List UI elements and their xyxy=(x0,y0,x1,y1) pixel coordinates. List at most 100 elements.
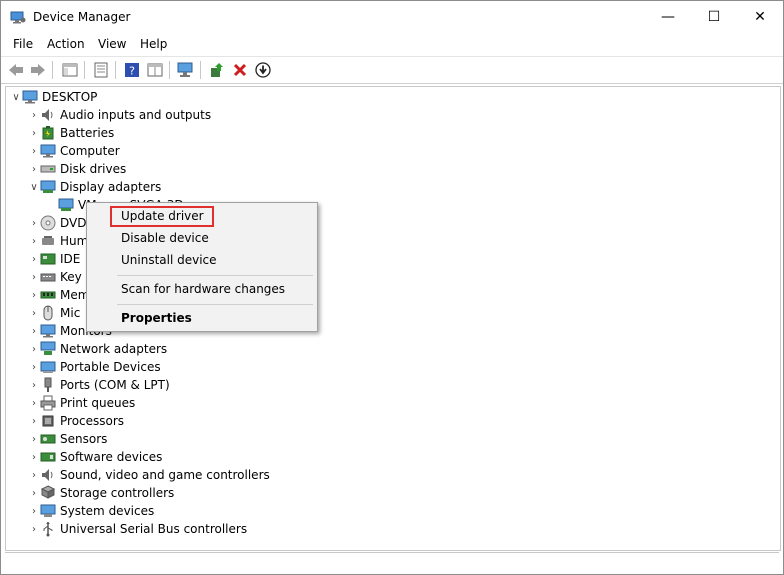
tree-item[interactable]: › Print queues xyxy=(28,394,135,412)
chevron-right-icon[interactable]: › xyxy=(28,286,40,304)
tree-item-label: Mic xyxy=(60,306,81,320)
scan-hardware-icon[interactable] xyxy=(177,61,195,79)
chevron-right-icon[interactable]: › xyxy=(28,106,40,124)
system-icon xyxy=(40,503,56,519)
menu-help[interactable]: Help xyxy=(140,37,167,51)
tree-item[interactable]: › Sound, video and game controllers xyxy=(28,466,270,484)
chevron-right-icon[interactable]: › xyxy=(28,358,40,376)
help-icon[interactable]: ? xyxy=(123,61,141,79)
svg-text:?: ? xyxy=(129,65,135,78)
chevron-right-icon[interactable]: › xyxy=(28,160,40,178)
tree-item[interactable]: › Computer xyxy=(28,142,120,160)
title-bar[interactable]: Device Manager — ☐ ✕ xyxy=(1,1,783,33)
chevron-right-icon[interactable]: › xyxy=(28,484,40,502)
tree-item-label: Key xyxy=(60,270,82,284)
tree-item[interactable]: › Universal Serial Bus controllers xyxy=(28,520,247,538)
back-icon[interactable] xyxy=(7,61,25,79)
menu-file[interactable]: File xyxy=(13,37,33,51)
chevron-right-icon[interactable]: › xyxy=(28,142,40,160)
tree-item[interactable]: › Processors xyxy=(28,412,124,430)
tree-item[interactable]: › System devices xyxy=(28,502,154,520)
maximize-button[interactable]: ☐ xyxy=(691,1,737,33)
tree-item[interactable]: › Ports (COM & LPT) xyxy=(28,376,170,394)
tree-item[interactable]: › Mic xyxy=(28,304,80,322)
tree-item[interactable]: › IDE xyxy=(28,250,80,268)
chevron-right-icon[interactable]: › xyxy=(28,448,40,466)
minimize-button[interactable]: — xyxy=(645,1,691,33)
chevron-right-icon[interactable]: › xyxy=(28,124,40,142)
chevron-right-icon[interactable]: › xyxy=(28,430,40,448)
tree-item-label: Portable Devices xyxy=(60,360,161,374)
update-driver-icon[interactable] xyxy=(208,61,226,79)
uninstall-icon[interactable] xyxy=(231,61,249,79)
tree-item[interactable]: ∨ Display adapters xyxy=(28,178,161,196)
chevron-right-icon[interactable]: › xyxy=(28,394,40,412)
chevron-right-icon[interactable]: › xyxy=(28,304,40,322)
chevron-right-icon[interactable]: › xyxy=(28,268,40,286)
software-icon xyxy=(40,449,56,465)
tree-item-label: System devices xyxy=(60,504,155,518)
tree-item[interactable]: › Hum xyxy=(28,232,88,250)
tree-item[interactable]: › Disk drives xyxy=(28,160,126,178)
tree-item-label: DESKTOP xyxy=(42,90,98,104)
monitor-icon xyxy=(40,323,56,339)
hid-icon xyxy=(40,233,56,249)
tree-item-label: Storage controllers xyxy=(60,486,175,500)
dvd-icon xyxy=(40,215,56,231)
toolbar-separator xyxy=(169,61,170,79)
disable-icon[interactable] xyxy=(254,61,272,79)
menu-view[interactable]: View xyxy=(98,37,126,51)
display-adapter-icon xyxy=(58,197,74,213)
toolbar-separator xyxy=(115,61,116,79)
tree-item[interactable]: › Sensors xyxy=(28,430,107,448)
chevron-right-icon[interactable]: › xyxy=(28,412,40,430)
menu-disable-device[interactable]: Disable device xyxy=(121,228,209,248)
tree-item[interactable]: › Network adapters xyxy=(28,340,167,358)
tree-item[interactable]: › Storage controllers xyxy=(28,484,174,502)
tree-item-label: Computer xyxy=(60,144,120,158)
tree-item-label: Display adapters xyxy=(60,180,162,194)
tree-item[interactable]: › Software devices xyxy=(28,448,162,466)
menu-action[interactable]: Action xyxy=(47,37,85,51)
chevron-down-icon[interactable]: ∨ xyxy=(28,178,40,196)
tree-item[interactable]: › Portable Devices xyxy=(28,358,161,376)
show-hide-console-tree-icon[interactable] xyxy=(61,61,79,79)
tree-item-label: Disk drives xyxy=(60,162,127,176)
update-driver-highlight xyxy=(110,206,214,227)
menu-uninstall-device[interactable]: Uninstall device xyxy=(121,250,217,270)
chevron-right-icon[interactable]: › xyxy=(28,214,40,232)
mouse-icon xyxy=(40,305,56,321)
tree-item[interactable]: › DVD xyxy=(28,214,86,232)
properties-icon[interactable] xyxy=(92,61,110,79)
tree-item[interactable]: › Mem xyxy=(28,286,89,304)
tree-item[interactable]: › Audio inputs and outputs xyxy=(28,106,211,124)
chevron-right-icon[interactable]: › xyxy=(28,340,40,358)
chevron-right-icon[interactable]: › xyxy=(28,520,40,538)
menu-scan-hardware[interactable]: Scan for hardware changes xyxy=(121,279,285,299)
chevron-right-icon[interactable]: › xyxy=(28,322,40,340)
window-title: Device Manager xyxy=(33,10,131,24)
view-icon[interactable] xyxy=(146,61,164,79)
tree-item[interactable]: › Batteries xyxy=(28,124,114,142)
close-button[interactable]: ✕ xyxy=(737,1,783,33)
toolbar-separator xyxy=(200,61,201,79)
computer-icon xyxy=(22,89,38,105)
chevron-right-icon[interactable]: › xyxy=(28,466,40,484)
display-adapter-icon xyxy=(40,179,56,195)
chevron-right-icon[interactable]: › xyxy=(28,376,40,394)
port-icon xyxy=(40,377,56,393)
chevron-right-icon[interactable]: › xyxy=(28,232,40,250)
chevron-right-icon[interactable]: › xyxy=(28,502,40,520)
chevron-down-icon[interactable]: ∨ xyxy=(10,88,22,106)
forward-icon[interactable] xyxy=(29,61,47,79)
menu-properties[interactable]: Properties xyxy=(121,308,192,328)
tree-item[interactable]: › Key xyxy=(28,268,82,286)
tree-item-label: Software devices xyxy=(60,450,163,464)
tree-root-desktop[interactable]: ∨ DESKTOP xyxy=(10,88,97,106)
sound-icon xyxy=(40,467,56,483)
battery-icon xyxy=(40,125,56,141)
chevron-right-icon[interactable]: › xyxy=(28,250,40,268)
tree-item-label: Universal Serial Bus controllers xyxy=(60,522,248,536)
sensor-icon xyxy=(40,431,56,447)
